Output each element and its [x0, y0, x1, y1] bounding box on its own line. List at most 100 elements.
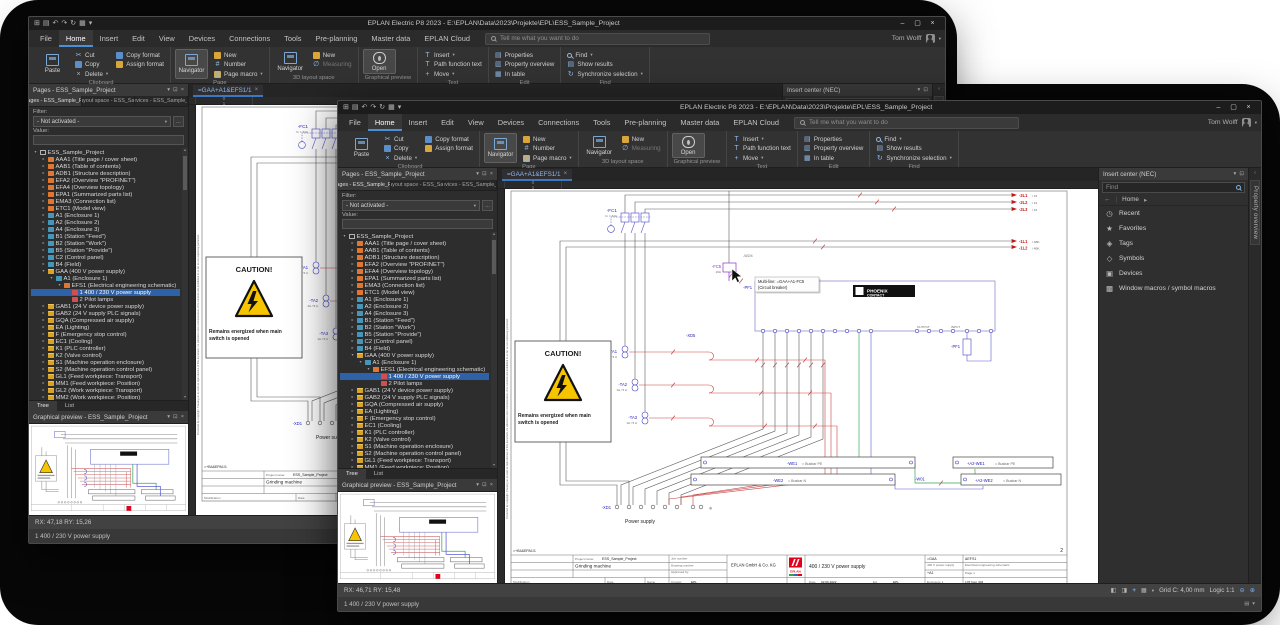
ribbon-button-move[interactable]: +Move▾	[422, 70, 484, 79]
tree-item[interactable]: ▾GAA (400 V power supply)	[31, 268, 180, 275]
redo-icon[interactable]: ↷	[61, 20, 67, 27]
busbar-we2[interactable]: -WE2 = Busbar N	[691, 474, 895, 485]
tree-item[interactable]: ▸F (Emergency stop control)	[31, 331, 180, 338]
expander-icon[interactable]: ▸	[41, 220, 46, 224]
close-panel-icon[interactable]: ×	[490, 482, 493, 488]
ribbon-button-open[interactable]: Open	[363, 49, 396, 74]
ribbon-button-new[interactable]: New	[521, 135, 574, 144]
pin-icon[interactable]: ⊡	[482, 171, 487, 177]
tree-item[interactable]: ▸B4 (Field)	[340, 345, 489, 352]
dropdown-icon[interactable]: ▾	[1234, 171, 1237, 177]
tab-tree[interactable]: Tree	[338, 469, 366, 479]
expander-icon[interactable]: ▸	[350, 311, 355, 315]
close-panel-icon[interactable]: ×	[490, 171, 493, 177]
tree-item[interactable]: ▸GL2 (Work workpiece: Transport)	[31, 387, 180, 394]
expander-icon[interactable]: ▸	[41, 395, 46, 399]
insert-item-window-macros-symbol-macros[interactable]: ▩Window macros / symbol macros	[1099, 281, 1248, 296]
ribbon-button-navigator[interactable]: Navigator	[274, 49, 307, 74]
expander-icon[interactable]: ▸	[350, 465, 355, 468]
ribbon-button-property-overview[interactable]: ▥Property overview	[802, 145, 866, 154]
value-input[interactable]	[33, 135, 184, 145]
tree-item[interactable]: ▾ESS_Sample_Project	[340, 233, 489, 240]
ribbon-tab-eplan-cloud[interactable]: EPLAN Cloud	[417, 30, 477, 47]
expander-icon[interactable]: ▸	[41, 346, 46, 350]
tree-item[interactable]: ▸ADB1 (Structure description)	[340, 254, 489, 261]
tree-item[interactable]: ▸EFA4 (Overview topology)	[340, 268, 489, 275]
ribbon-tab-view[interactable]: View	[461, 114, 491, 131]
ribbon-button-assign-format[interactable]: Assign format	[114, 61, 166, 70]
tree-item[interactable]: ▸EFA2 (Overview "PROFINET")	[31, 177, 180, 184]
expander-icon[interactable]: ▸	[41, 157, 46, 161]
terminal-strip-xd1[interactable]: -XD1 ⊕	[602, 505, 713, 511]
expander-icon[interactable]: ▸	[41, 241, 46, 245]
tree-item[interactable]: ▾A1 (Enclosure 1)	[340, 359, 489, 366]
expander-icon[interactable]: ▸	[350, 451, 355, 455]
tree-item[interactable]: ▸B2 (Station "Work")	[31, 240, 180, 247]
expander-icon[interactable]: ▸	[41, 213, 46, 217]
dropdown-icon[interactable]: ▾	[918, 87, 921, 93]
breadcrumb-home[interactable]: Home	[1122, 196, 1139, 203]
graphical-preview[interactable]	[29, 423, 188, 515]
tree-item[interactable]: ▸EA (Lighting)	[31, 324, 180, 331]
minimize-button[interactable]: –	[895, 17, 910, 30]
search-input[interactable]	[809, 119, 1013, 126]
tree-item[interactable]: ▾EFS1 (Electrical engineering schematic)	[340, 366, 489, 373]
list-icon[interactable]: ▤	[1244, 601, 1249, 607]
tree-item[interactable]: ▾A1 (Enclosure 1)	[31, 275, 180, 282]
expander-icon[interactable]: ▸	[41, 325, 46, 329]
tree-item[interactable]: ▸EPA1 (Summarized parts list)	[340, 275, 489, 282]
expander-icon[interactable]: ▸	[350, 262, 355, 266]
zoom-in-icon[interactable]: ⊕	[1250, 587, 1255, 594]
ribbon-button-synchronize-selection[interactable]: ↻Synchronize selection▾	[874, 154, 954, 163]
ribbon-tab-pre-planning[interactable]: Pre-planning	[308, 30, 364, 47]
expander-icon[interactable]: ▸	[350, 269, 355, 273]
crosshair-icon[interactable]: +	[1132, 587, 1136, 594]
expander-icon[interactable]: ▸	[41, 388, 46, 392]
tree-item[interactable]: ▸GAB1 (24 V device power supply)	[340, 387, 489, 394]
close-tab-icon[interactable]: ×	[255, 87, 259, 93]
ribbon-tab-eplan-cloud[interactable]: EPLAN Cloud	[726, 114, 786, 131]
refresh-icon[interactable]: ↻	[379, 104, 385, 111]
pin-icon[interactable]: ⊡	[923, 87, 928, 93]
expander-icon[interactable]: ▸	[350, 430, 355, 434]
tree-item[interactable]: ▸MM1 (Feed workpiece: Position)	[340, 464, 489, 468]
expander-icon[interactable]: ▸	[41, 192, 46, 196]
expander-icon[interactable]: ▸	[350, 304, 355, 308]
expander-icon[interactable]: ▸	[350, 255, 355, 259]
dropdown-icon[interactable]: ▾	[167, 87, 170, 93]
expander-icon[interactable]: ▸	[350, 423, 355, 427]
tree-item[interactable]: 2 Pilot lamps	[31, 296, 180, 303]
tab-layout-space[interactable]: Layout space - ESS_Sa...	[82, 96, 135, 106]
expander-icon[interactable]: ▾	[350, 353, 355, 357]
tree-item[interactable]: ▸MM1 (Feed workpiece: Position)	[31, 380, 180, 387]
expander-icon[interactable]: ▸	[350, 346, 355, 350]
expander-icon[interactable]: ▸	[350, 437, 355, 441]
tree-item[interactable]: 1 400 / 230 V power supply	[340, 373, 489, 380]
ribbon-tab-devices[interactable]: Devices	[491, 114, 531, 131]
expander-icon[interactable]: ▸	[350, 409, 355, 413]
ribbon-button-show-results[interactable]: ▤Show results	[874, 145, 954, 154]
tell-me-search[interactable]	[794, 117, 1019, 129]
ribbon-tab-devices[interactable]: Devices	[182, 30, 222, 47]
tree-item[interactable]: ▸B1 (Station "Feed")	[31, 233, 180, 240]
tab-tree[interactable]: Tree	[29, 401, 57, 411]
ribbon-button-synchronize-selection[interactable]: ↻Synchronize selection▾	[565, 70, 645, 79]
ribbon-button-copy[interactable]: Copy	[73, 61, 110, 70]
tell-me-search[interactable]	[485, 33, 710, 45]
tree-item[interactable]: ▸B2 (Station "Work")	[340, 324, 489, 331]
tree-item[interactable]: ▸K2 (Valve control)	[340, 436, 489, 443]
value-input[interactable]	[342, 219, 493, 229]
expander-icon[interactable]: ▸	[41, 311, 46, 315]
ribbon-button-new[interactable]: New	[620, 135, 663, 144]
insert-item-recent[interactable]: ◷Recent	[1099, 206, 1248, 221]
pin-icon[interactable]: ⊡	[1239, 171, 1244, 177]
expander-icon[interactable]: ▸	[41, 262, 46, 266]
expander-icon[interactable]: ▸	[41, 227, 46, 231]
insert-item-symbols[interactable]: ◇Symbols	[1099, 251, 1248, 266]
ribbon-button-navigator[interactable]: Navigator	[583, 133, 616, 158]
ribbon-button-insert[interactable]: TInsert▾	[731, 135, 793, 144]
ribbon-tab-connections[interactable]: Connections	[222, 30, 277, 47]
expander-icon[interactable]: ▾	[57, 283, 62, 287]
user-area[interactable]: Tom Wolff ▾	[1208, 118, 1257, 127]
schematic-canvas[interactable]: Protected by copyright. Passing on as we…	[505, 189, 1080, 583]
